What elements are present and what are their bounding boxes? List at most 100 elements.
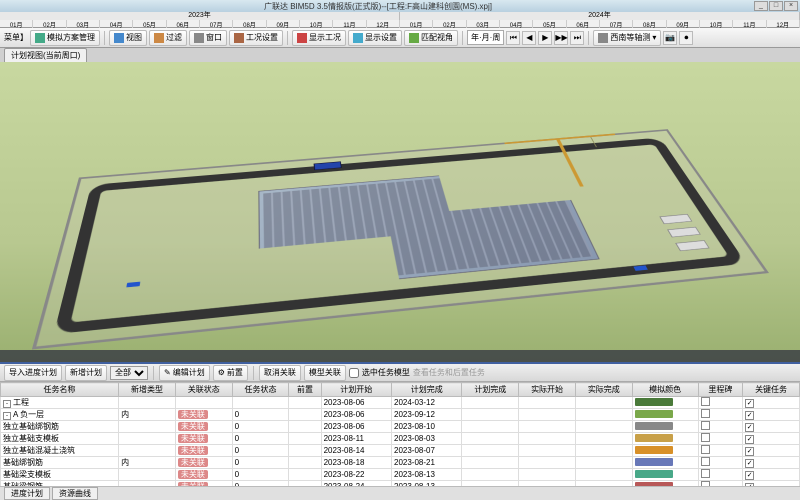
color-chip <box>635 470 673 478</box>
timeline-ruler[interactable]: 2023年 2024年 01月02月03月04月05月06月07月08月09月1… <box>0 12 800 28</box>
timeline-month: 12月 <box>767 20 800 28</box>
sel-task-checkbox[interactable] <box>349 368 359 378</box>
unassoc-button[interactable]: 取消关联 <box>259 365 301 381</box>
tab-schedule[interactable]: 进度计划 <box>4 487 50 500</box>
keytask-checkbox[interactable]: ✓ <box>745 435 754 444</box>
table-row[interactable]: -工程2023-08-062024-03-12✓ <box>1 397 800 409</box>
window-button[interactable]: 窗口 <box>189 30 227 46</box>
column-header[interactable]: 模拟颜色 <box>632 383 698 397</box>
timeline-month: 11月 <box>733 20 766 28</box>
timeline-month: 01月 <box>400 20 433 28</box>
filter-select[interactable]: 全部 <box>110 366 148 380</box>
nav-next-icon[interactable]: ▶▶ <box>554 31 568 45</box>
record-icon[interactable]: ⏺ <box>679 31 693 45</box>
bottom-tabs: 进度计划 资源曲线 <box>0 486 800 500</box>
milestone-checkbox[interactable] <box>701 445 710 454</box>
tree-toggle-icon[interactable]: - <box>3 412 11 420</box>
timeline-month: 07月 <box>600 20 633 28</box>
new-plan-button[interactable]: 新增计划 <box>65 365 107 381</box>
column-header[interactable]: 关联状态 <box>175 383 232 397</box>
perspective-dropdown[interactable]: 西南等轴测 ▾ <box>593 30 661 46</box>
sim-mgmt-button[interactable]: 模拟方案管理 <box>30 30 100 46</box>
tab-resource[interactable]: 资源曲线 <box>52 487 98 500</box>
milestone-checkbox[interactable] <box>701 421 710 430</box>
nav-last-icon[interactable]: ⏭ <box>570 31 584 45</box>
color-chip <box>635 434 673 442</box>
milestone-checkbox[interactable] <box>701 457 710 466</box>
keytask-checkbox[interactable]: ✓ <box>745 471 754 480</box>
tab-plan-view[interactable]: 计划视图(当前周口) <box>4 48 87 62</box>
show-set-button[interactable]: 显示设置 <box>348 30 402 46</box>
close-button[interactable]: × <box>784 1 798 11</box>
keytask-checkbox[interactable]: ✓ <box>745 459 754 468</box>
column-header[interactable]: 新增类型 <box>119 383 176 397</box>
fit-view-button[interactable]: 匹配视角 <box>404 30 458 46</box>
keytask-checkbox[interactable]: ✓ <box>745 411 754 420</box>
color-chip <box>635 410 673 418</box>
view-tabs: 计划视图(当前周口) <box>0 48 800 62</box>
color-chip <box>635 398 673 406</box>
table-row[interactable]: 基础绑钢筋内未关联02023-08-182023-08-21✓ <box>1 457 800 469</box>
tree-toggle-icon[interactable]: - <box>3 400 11 408</box>
milestone-checkbox[interactable] <box>701 397 710 406</box>
nav-first-icon[interactable]: ⏮ <box>506 31 520 45</box>
timeline-month: 11月 <box>333 20 366 28</box>
assoc-model-button[interactable]: 模型关联 <box>304 365 346 381</box>
nav-prev-icon[interactable]: ◀ <box>522 31 536 45</box>
main-toolbar: 菜单】 模拟方案管理 视图 过滤 窗口 工况设置 显示工况 显示设置 匹配视角 … <box>0 28 800 48</box>
maximize-button[interactable]: □ <box>769 1 783 11</box>
timeline-month: 04月 <box>500 20 533 28</box>
set-button[interactable]: ⚙ 前置 <box>213 365 248 381</box>
table-row[interactable]: 独立基础绑钢筋未关联02023-08-062023-08-10✓ <box>1 421 800 433</box>
table-row[interactable]: 基础梁支模板未关联02023-08-222023-08-13✓ <box>1 469 800 481</box>
timeline-month: 07月 <box>200 20 233 28</box>
3d-viewport[interactable] <box>0 62 800 362</box>
table-row[interactable]: 独立基础混凝土浇筑未关联02023-08-142023-08-07✓ <box>1 445 800 457</box>
column-header[interactable]: 任务名称 <box>1 383 119 397</box>
column-header[interactable]: 实际完成 <box>575 383 632 397</box>
nav-play-icon[interactable]: ▶ <box>538 31 552 45</box>
panel-toolbar: 导入进度计划 新增计划 全部 ✎ 编辑计划 ⚙ 前置 取消关联 模型关联 选中任… <box>0 364 800 382</box>
view-button[interactable]: 视图 <box>109 30 147 46</box>
timeline-month: 03月 <box>467 20 500 28</box>
timeline-month: 05月 <box>533 20 566 28</box>
timeline-month: 01月 <box>0 20 33 28</box>
column-header[interactable]: 计划开始 <box>321 383 391 397</box>
milestone-checkbox[interactable] <box>701 469 710 478</box>
filter-button[interactable]: 过滤 <box>149 30 187 46</box>
timeline-month: 06月 <box>167 20 200 28</box>
column-header[interactable]: 实际开始 <box>519 383 576 397</box>
camera-icon[interactable]: 📷 <box>663 31 677 45</box>
sel-task-label: 选中任务模型 <box>362 367 410 378</box>
column-header[interactable]: 关键任务 <box>743 383 800 397</box>
keytask-checkbox[interactable]: ✓ <box>745 423 754 432</box>
menu-label[interactable]: 菜单】 <box>4 32 28 43</box>
column-header[interactable]: 任务状态 <box>232 383 289 397</box>
show-cond-button[interactable]: 显示工况 <box>292 30 346 46</box>
column-header[interactable]: 里程碑 <box>698 383 742 397</box>
color-chip <box>635 446 673 454</box>
keytask-checkbox[interactable]: ✓ <box>745 447 754 456</box>
table-row[interactable]: -A 负一层内未关联02023-08-062023-09-12✓ <box>1 409 800 421</box>
date-mode[interactable]: 年·月·周 <box>467 30 504 45</box>
app-title: 广联达 BIM5D 3.5情报版(正式版)--[工程:F高山建科创園(MS).x… <box>264 1 492 12</box>
table-row[interactable]: 独立基础支模板未关联02023-08-112023-08-03✓ <box>1 433 800 445</box>
column-header[interactable]: 计划完成 <box>462 383 519 397</box>
import-plan-button[interactable]: 导入进度计划 <box>4 365 62 381</box>
edit-plan-button[interactable]: ✎ 编辑计划 <box>159 365 210 381</box>
timeline-year: 2024年 <box>400 12 800 20</box>
timeline-month: 09月 <box>667 20 700 28</box>
column-header[interactable]: 前置 <box>289 383 321 397</box>
timeline-month: 10月 <box>700 20 733 28</box>
keytask-checkbox[interactable]: ✓ <box>745 399 754 408</box>
timeline-month: 12月 <box>367 20 400 28</box>
condition-button[interactable]: 工况设置 <box>229 30 283 46</box>
timeline-month: 02月 <box>433 20 466 28</box>
milestone-checkbox[interactable] <box>701 433 710 442</box>
task-grid[interactable]: 任务名称新增类型关联状态任务状态前置计划开始计划完成计划完成实际开始实际完成模拟… <box>0 382 800 486</box>
column-header[interactable]: 计划完成 <box>392 383 462 397</box>
minimize-button[interactable]: _ <box>754 1 768 11</box>
timeline-month: 08月 <box>233 20 266 28</box>
milestone-checkbox[interactable] <box>701 409 710 418</box>
color-chip <box>635 422 673 430</box>
